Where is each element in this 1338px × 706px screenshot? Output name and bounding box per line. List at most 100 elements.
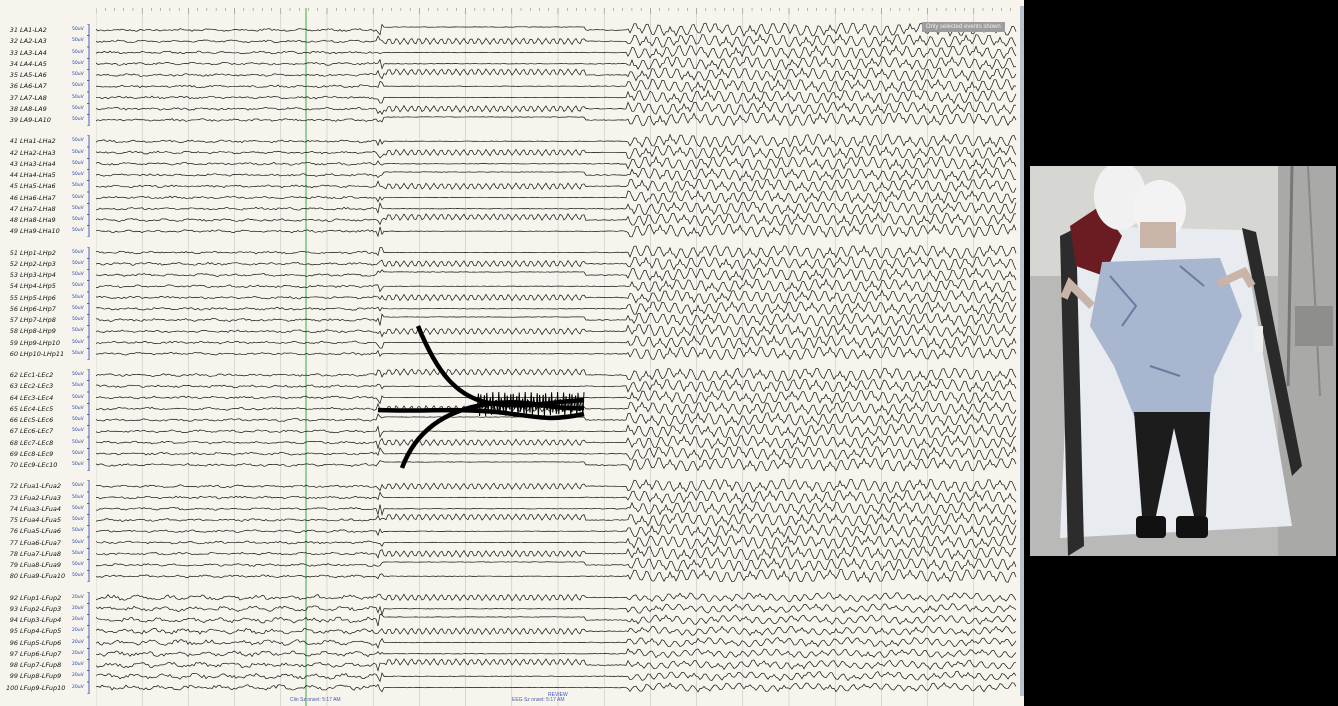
- channel-row[interactable]: 33 LA3-LA4 50uV: [6, 46, 94, 59]
- channel-number: 63: [9, 382, 18, 391]
- channel-row[interactable]: 70 LEc9-LEc10 50uV: [6, 459, 94, 471]
- channel-row[interactable]: 74 LFua3-LFua4 50uV: [6, 502, 94, 515]
- channel-row[interactable]: 73 LFua2-LFua3 50uV: [6, 491, 94, 504]
- channel-row[interactable]: 46 LHa6-LHa7 50uV: [6, 191, 94, 204]
- channel-name: LFup9-LFup10: [20, 683, 66, 692]
- channel-row[interactable]: 59 LHp9-LHp10 50uV: [6, 336, 94, 349]
- channel-name: LA8-LA9: [20, 104, 47, 113]
- channel-number: 94: [9, 616, 18, 624]
- channel-row[interactable]: 55 LHp5-LHp6 50uV: [6, 291, 94, 304]
- channel-name: LHa8-LHa9: [20, 216, 56, 224]
- eeg-trace: [96, 557, 1017, 572]
- channel-name: LHp4-LHp5: [20, 282, 56, 291]
- channel-name: LFua6-LFua7: [20, 538, 62, 547]
- channel-gain: 50uV: [72, 505, 84, 511]
- channel-row[interactable]: 62 LEc1-LEc2 50uV: [6, 369, 94, 381]
- channel-row[interactable]: 67 LEc6-LEc7 50uV: [6, 425, 94, 438]
- eeg-trace: [96, 155, 1017, 171]
- channel-number: 79: [9, 561, 18, 569]
- channel-row[interactable]: 65 LEc4-LEc5 50uV: [6, 402, 94, 415]
- channel-row[interactable]: 92 LFup1-LFup2 20uV: [6, 591, 94, 604]
- channel-row[interactable]: 95 LFup4-LFup5 20uV: [6, 625, 94, 638]
- eeg-trace: [96, 78, 1017, 94]
- channel-number: 80: [9, 572, 18, 581]
- channel-name: LA1-LA2: [20, 26, 47, 34]
- patient-video-frame[interactable]: [1030, 166, 1336, 556]
- eeg-trace-canvas[interactable]: [96, 0, 1020, 706]
- channel-row[interactable]: 97 LFup6-LFup7 20uV: [6, 647, 94, 660]
- eeg-trace: [96, 378, 1017, 393]
- scale-bracket-icon: [87, 269, 90, 281]
- scale-bracket-icon: [87, 602, 90, 615]
- channel-row[interactable]: 72 LFua1-LFua2 50uV: [6, 480, 94, 493]
- channel-row[interactable]: 34 LA4-LA5 50uV: [6, 57, 94, 70]
- channel-row[interactable]: 63 LEc2-LEc3 50uV: [6, 380, 94, 393]
- channel-row[interactable]: 94 LFup3-LFup4 20uV: [6, 614, 94, 626]
- channel-row[interactable]: 98 LFup7-LFup8 20uV: [6, 659, 94, 671]
- scale-bracket-icon: [87, 547, 90, 560]
- channel-row[interactable]: 37 LA7-LA8 50uV: [6, 91, 94, 104]
- channel-row[interactable]: 44 LHa4-LHa5 50uV: [6, 169, 94, 181]
- channel-row[interactable]: 56 LHp6-LHp7 50uV: [6, 302, 94, 315]
- channel-row[interactable]: 68 LEc7-LEc8 50uV: [6, 436, 94, 449]
- channel-name: LHp10-LHp11: [20, 349, 65, 358]
- scale-bracket-icon: [87, 536, 90, 549]
- scale-bracket-icon: [87, 135, 90, 148]
- scale-bracket-icon: [87, 114, 90, 126]
- channel-row[interactable]: 39 LA9-LA10 50uV: [6, 114, 94, 126]
- eeg-onset-marker-label[interactable]: EEG Sz onset: 5:17 AM: [512, 697, 565, 703]
- channel-row[interactable]: 41 LHa1-LHa2 50uV: [6, 135, 94, 148]
- channel-row[interactable]: 75 LFua4-LFua5 50uV: [6, 514, 94, 526]
- channel-row[interactable]: 53 LHp3-LHp4 50uV: [6, 269, 94, 281]
- eeg-trace: [96, 178, 1017, 193]
- channel-row[interactable]: 57 LHp7-LHp8 50uV: [6, 314, 94, 326]
- vertical-scrollbar[interactable]: [1020, 6, 1024, 696]
- channel-row[interactable]: 80 LFua9-LFua10 50uV: [6, 570, 94, 583]
- channel-row[interactable]: 32 LA2-LA3 50uV: [6, 35, 94, 48]
- channel-row[interactable]: 79 LFua8-LFua9 50uV: [6, 559, 94, 571]
- channel-row[interactable]: 77 LFua6-LFua7 50uV: [6, 536, 94, 549]
- clinical-onset-marker-label[interactable]: Clin Sz onset: 5:17 AM: [290, 697, 341, 703]
- channel-row[interactable]: 66 LEc5-LEc6 50uV: [6, 414, 94, 426]
- eeg-review-panel[interactable]: 31 LA1-LA2 50uV 32 LA2-LA3 50uV 33 LA3-LA4 50uV 3…: [0, 0, 1024, 706]
- channel-row[interactable]: 51 LHp1-LHp2 50uV: [6, 246, 94, 259]
- channel-row[interactable]: 64 LEc3-LEc4 50uV: [6, 391, 94, 404]
- channel-row[interactable]: 58 LHp8-LHp9 50uV: [6, 325, 94, 338]
- scale-bracket-icon: [87, 180, 90, 193]
- channel-row[interactable]: 47 LHa7-LHa8 50uV: [6, 202, 94, 215]
- channel-name: LA2-LA3: [20, 37, 47, 46]
- channel-row[interactable]: 54 LHp4-LHp5 50uV: [6, 280, 94, 293]
- eeg-trace: [96, 648, 1017, 659]
- channel-number: 43: [9, 159, 18, 168]
- channel-name: LHa6-LHa7: [20, 193, 56, 202]
- channel-row[interactable]: 36 LA6-LA7 50uV: [6, 80, 94, 93]
- channel-row[interactable]: 45 LHa5-LHa6 50uV: [6, 180, 94, 193]
- eeg-trace: [96, 44, 1017, 60]
- channel-row[interactable]: 31 LA1-LA2 50uV: [6, 24, 94, 36]
- eeg-trace: [96, 613, 1017, 627]
- scale-bracket-icon: [87, 502, 90, 515]
- eeg-trace: [96, 244, 1017, 259]
- scale-bracket-icon: [87, 225, 90, 238]
- channel-row[interactable]: 52 LHp2-LHp3 50uV: [6, 257, 94, 270]
- channel-row[interactable]: 100 LFup9-LFup10 20uV: [6, 681, 94, 694]
- channel-row[interactable]: 35 LA5-LA6 50uV: [6, 69, 94, 81]
- channel-name: LFup4-LFup5: [20, 627, 62, 636]
- channel-row[interactable]: 93 LFup2-LFup3 20uV: [6, 602, 94, 615]
- event-filter-badge[interactable]: Only selected events shown: [922, 22, 1005, 32]
- channel-row[interactable]: 43 LHa3-LHa4 50uV: [6, 157, 94, 170]
- channel-row[interactable]: 96 LFup5-LFup6 20uV: [6, 636, 94, 649]
- channel-row[interactable]: 69 LEc8-LEc9 50uV: [6, 447, 94, 460]
- channel-row[interactable]: 99 LFup8-LFup9 20uV: [6, 670, 94, 683]
- channel-row[interactable]: 48 LHa8-LHa9 50uV: [6, 214, 94, 226]
- channel-gain: 50uV: [72, 539, 84, 545]
- channel-gain: 50uV: [72, 450, 84, 456]
- channel-row[interactable]: 42 LHa2-LHa3 50uV: [6, 146, 94, 159]
- channel-row[interactable]: 76 LFua5-LFua6 50uV: [6, 525, 94, 538]
- channel-number: 77: [9, 538, 18, 547]
- channel-gain: 50uV: [72, 305, 84, 311]
- channel-row[interactable]: 49 LHa9-LHa10 50uV: [6, 225, 94, 238]
- channel-row[interactable]: 38 LA8-LA9 50uV: [6, 102, 94, 115]
- channel-row[interactable]: 60 LHp10-LHp11 50uV: [6, 347, 94, 360]
- channel-row[interactable]: 78 LFua7-LFua8 50uV: [6, 547, 94, 560]
